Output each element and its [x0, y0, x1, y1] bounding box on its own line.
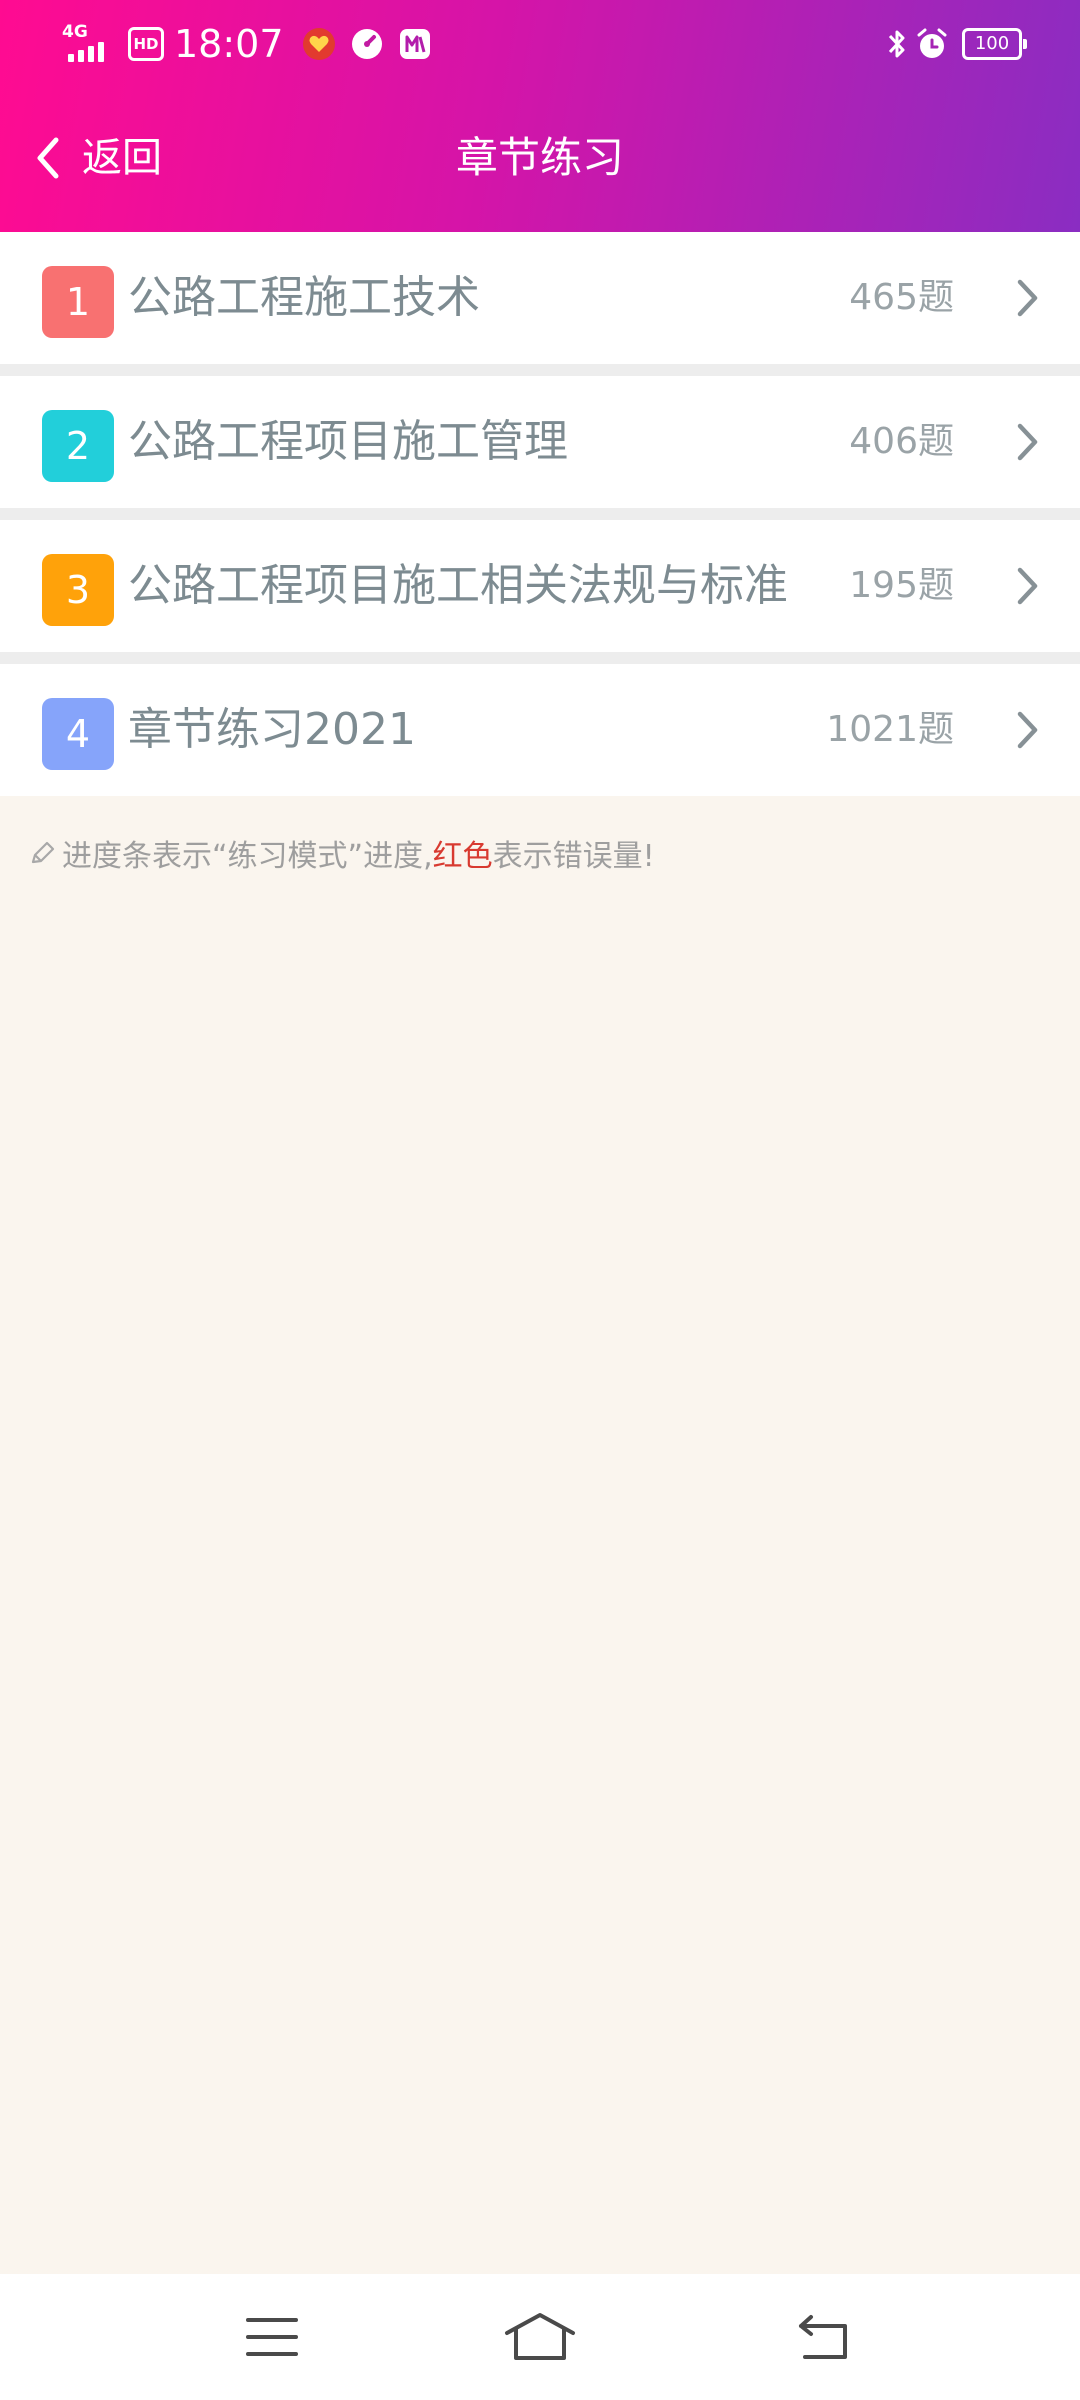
chevron-right-icon [1017, 711, 1038, 749]
chevron-right-icon [1017, 567, 1038, 605]
chevron-left-icon [37, 137, 59, 179]
bluetooth-icon [888, 30, 905, 58]
system-nav-bar [0, 2274, 1080, 2400]
battery-level: 100 [974, 33, 1010, 54]
pencil-icon [31, 841, 55, 864]
chapter-index-badge: 3 [42, 554, 114, 626]
cell-signal-icon: 4G [62, 24, 112, 64]
music-notification-icon [399, 29, 430, 59]
status-right: 100 [886, 22, 1027, 66]
alarm-icon [917, 28, 947, 58]
chevron-right-icon [1017, 423, 1038, 461]
chevron-right-icon [1017, 279, 1038, 317]
network-type: 4G [62, 22, 88, 42]
chapter-question-count: 406题 [849, 421, 954, 462]
chapter-item-4[interactable]: 4 章节练习2021 1021题 [0, 664, 1080, 796]
home-button[interactable] [498, 2302, 582, 2372]
system-back-button[interactable] [782, 2302, 866, 2372]
hd-icon: HD [128, 27, 164, 61]
chapter-title: 章节练习2021 [128, 704, 416, 755]
back-button[interactable]: 返回 [34, 124, 162, 192]
menu-icon [246, 2318, 298, 2356]
chapter-question-count: 465题 [849, 277, 954, 318]
chapter-title: 公路工程项目施工管理 [128, 416, 568, 467]
chapter-item-2[interactable]: 2 公路工程项目施工管理 406题 [0, 376, 1080, 508]
chapter-index-badge: 4 [42, 698, 114, 770]
chapter-item-1[interactable]: 1 公路工程施工技术 465题 [0, 232, 1080, 364]
chapter-index-badge: 1 [42, 266, 114, 338]
chapter-title: 公路工程施工技术 [128, 272, 480, 323]
home-icon [505, 2313, 575, 2360]
status-time: 18:07 [174, 22, 284, 66]
progress-hint: 进度条表示“练习模式”进度, 红色 表示错误量! [28, 826, 655, 880]
page-title: 章节练习 [455, 133, 624, 182]
chapter-question-count: 1021题 [826, 709, 954, 750]
status-left: 4G HD 18:07 [62, 18, 446, 70]
chapter-question-count: 195题 [849, 565, 954, 606]
back-label: 返回 [82, 135, 162, 181]
menu-button[interactable] [230, 2302, 314, 2372]
hint-text-end: 表示错误量! [492, 839, 655, 874]
app-header: 4G HD 18:07 100 返回 章节练习 [0, 0, 1080, 232]
chapter-item-3[interactable]: 3 公路工程项目施工相关法规与标准 195题 [0, 520, 1080, 652]
nav-bar: 返回 章节练习 [0, 100, 1080, 216]
speed-notification-icon [351, 29, 382, 59]
hint-red-text: 红色 [432, 839, 493, 874]
app-notification-icon [302, 28, 335, 60]
back-arrow-icon [799, 2315, 847, 2359]
battery-icon: 100 [962, 28, 1027, 60]
chapter-title: 公路工程项目施工相关法规与标准 [128, 560, 788, 611]
chapter-index-badge: 2 [42, 410, 114, 482]
hint-text: 进度条表示“练习模式”进度, [62, 839, 433, 874]
chapter-list: 1 公路工程施工技术 465题 2 公路工程项目施工管理 406题 3 公路工程… [0, 232, 1080, 796]
status-bar: 4G HD 18:07 100 [0, 0, 1080, 90]
